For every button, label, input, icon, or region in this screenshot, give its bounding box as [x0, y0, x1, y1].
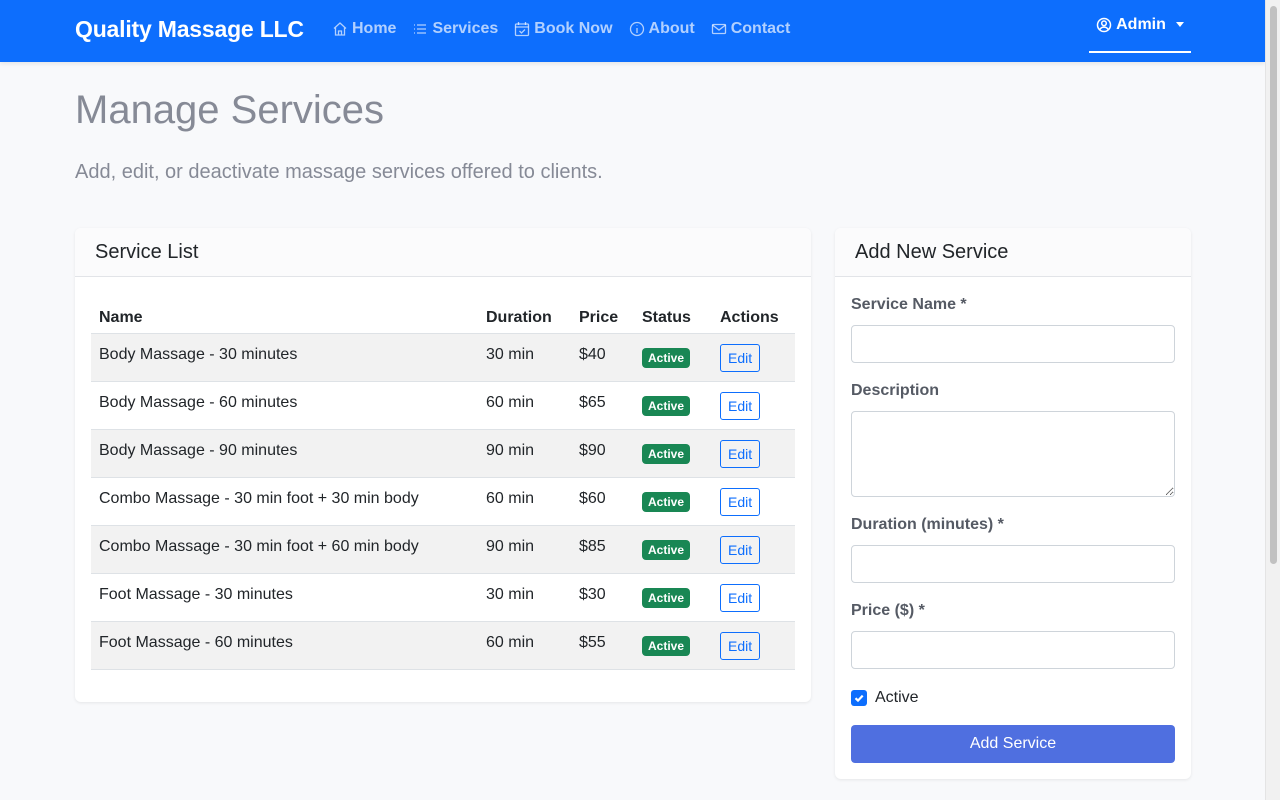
table-header-row: Name Duration Price Status Actions [91, 309, 795, 334]
nav-link-services[interactable]: Services [412, 20, 498, 38]
service-name-label: Service Name * [851, 296, 967, 313]
table-row: Foot Massage - 60 minutes 60 min $55 Act… [91, 621, 795, 670]
edit-button[interactable]: Edit [720, 439, 761, 468]
column-header-name: Name [91, 309, 478, 334]
service-name: Body Massage - 60 minutes [91, 381, 478, 430]
active-label: Active [875, 689, 919, 706]
service-price: $30 [571, 573, 634, 622]
status-badge: Active [642, 347, 691, 368]
column-header-duration: Duration [478, 309, 571, 334]
nav-link-home[interactable]: Home [332, 20, 396, 38]
services-table: Name Duration Price Status Actions Body … [91, 309, 795, 670]
service-duration: 30 min [478, 573, 571, 622]
chevron-down-icon [1175, 22, 1184, 27]
edit-button[interactable]: Edit [720, 487, 761, 516]
table-row: Body Massage - 30 minutes 30 min $40 Act… [91, 333, 795, 382]
service-duration: 60 min [478, 381, 571, 430]
table-row: Combo Massage - 30 min foot + 30 min bod… [91, 477, 795, 526]
page-scrollbar[interactable] [1265, 0, 1280, 800]
add-service-card: Add New Service Service Name * Descripti… [835, 228, 1191, 779]
page-title: Manage Services [75, 88, 385, 132]
brand-logo[interactable]: Quality Massage LLC [75, 16, 304, 43]
home-icon [333, 22, 347, 36]
edit-button[interactable]: Edit [720, 391, 761, 420]
service-name: Combo Massage - 30 min foot + 60 min bod… [91, 525, 478, 574]
service-duration: 30 min [478, 333, 571, 382]
envelope-icon [711, 23, 726, 35]
service-price: $40 [571, 333, 634, 382]
price-input[interactable] [851, 631, 1175, 669]
nav-link-label: Contact [730, 20, 791, 37]
active-checkbox-row[interactable]: Active [851, 689, 919, 707]
add-service-button[interactable]: Add Service [851, 725, 1175, 763]
edit-button[interactable]: Edit [720, 343, 761, 372]
top-navbar: Quality Massage LLC Home Services Book N… [0, 0, 1265, 62]
service-list-card: Service List Name Duration Price Status … [75, 228, 811, 702]
service-duration: 60 min [478, 621, 571, 670]
edit-button[interactable]: Edit [720, 631, 761, 660]
price-label: Price ($) * [851, 602, 925, 619]
list-icon [414, 24, 427, 34]
status-badge: Active [642, 491, 691, 512]
nav-links: Home Services Book Now About Contact [332, 20, 790, 38]
table-row: Body Massage - 90 minutes 90 min $90 Act… [91, 429, 795, 478]
nav-link-label: Home [352, 20, 397, 37]
nav-link-label: About [648, 20, 695, 37]
calendar-check-icon [515, 22, 530, 37]
duration-input[interactable] [851, 545, 1175, 583]
page-subtitle: Add, edit, or deactivate massage service… [75, 161, 603, 183]
service-name: Body Massage - 30 minutes [91, 333, 478, 382]
duration-label: Duration (minutes) * [851, 516, 1004, 533]
status-badge: Active [642, 395, 691, 416]
column-header-status: Status [634, 309, 712, 334]
info-icon [629, 21, 644, 37]
service-name: Foot Massage - 60 minutes [91, 621, 478, 670]
nav-link-contact[interactable]: Contact [711, 20, 791, 38]
service-list-title: Service List [75, 228, 811, 277]
service-name: Foot Massage - 30 minutes [91, 573, 478, 622]
admin-dropdown[interactable]: Admin [1089, 0, 1191, 53]
service-name: Combo Massage - 30 min foot + 30 min bod… [91, 477, 478, 526]
nav-link-book-now[interactable]: Book Now [514, 20, 613, 38]
service-price: $90 [571, 429, 634, 478]
admin-label: Admin [1116, 15, 1166, 33]
active-checkbox[interactable] [851, 690, 867, 706]
service-name-input[interactable] [851, 325, 1175, 363]
nav-link-label: Services [432, 20, 499, 37]
edit-button[interactable]: Edit [720, 535, 761, 564]
service-price: $55 [571, 621, 634, 670]
service-duration: 90 min [478, 525, 571, 574]
status-badge: Active [642, 443, 691, 464]
status-badge: Active [642, 539, 691, 560]
column-header-price: Price [571, 309, 634, 334]
service-duration: 60 min [478, 477, 571, 526]
table-row: Foot Massage - 30 minutes 30 min $30 Act… [91, 573, 795, 622]
nav-link-label: Book Now [534, 20, 613, 37]
service-price: $65 [571, 381, 634, 430]
user-circle-icon [1096, 17, 1112, 32]
description-label: Description [851, 382, 940, 399]
scrollbar-thumb[interactable] [1270, 6, 1277, 564]
add-service-title: Add New Service [835, 228, 1191, 277]
checkmark-icon [854, 694, 864, 703]
service-price: $60 [571, 477, 634, 526]
table-row: Body Massage - 60 minutes 60 min $65 Act… [91, 381, 795, 430]
service-duration: 90 min [478, 429, 571, 478]
table-row: Combo Massage - 30 min foot + 60 min bod… [91, 525, 795, 574]
edit-button[interactable]: Edit [720, 583, 761, 612]
nav-link-about[interactable]: About [629, 20, 695, 38]
description-textarea[interactable] [851, 411, 1175, 497]
service-price: $85 [571, 525, 634, 574]
column-header-actions: Actions [712, 309, 795, 334]
status-badge: Active [642, 587, 691, 608]
status-badge: Active [642, 635, 691, 656]
service-name: Body Massage - 90 minutes [91, 429, 478, 478]
